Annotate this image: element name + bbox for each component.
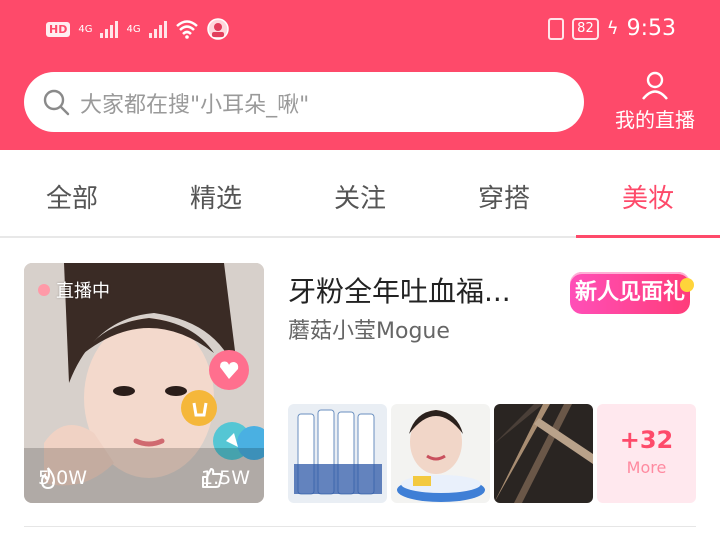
gift-badge-text: 新人见面礼 — [574, 280, 685, 305]
live-title[interactable]: 牙粉全年吐血福... — [288, 270, 558, 310]
flame-icon — [40, 467, 56, 489]
live-dot-icon — [38, 284, 50, 296]
charging-icon: ϟ — [606, 18, 619, 39]
search-icon — [43, 89, 70, 116]
notification-avatar-icon — [206, 18, 229, 40]
clock: 9:53 — [626, 16, 676, 41]
more-label: More — [626, 458, 667, 477]
status-bar: HD 4G 4G 82 ϟ 9:53 — [0, 0, 720, 60]
card-divider — [24, 526, 696, 527]
heat-count: 5.0W — [38, 467, 87, 489]
battery-level: 82 — [572, 17, 599, 40]
live-status-text: 直播中 — [56, 281, 110, 302]
vibrate-icon — [548, 17, 565, 40]
status-left: HD 4G 4G — [46, 18, 229, 40]
live-thumbnail[interactable]: 直播中 5.0W 1.5W — [24, 263, 264, 503]
network-label-1: 4G — [78, 23, 93, 35]
active-tab-indicator — [576, 235, 720, 238]
more-products-button[interactable]: +32 More — [597, 404, 696, 503]
tab-following[interactable]: 关注 — [288, 178, 432, 215]
tab-outfits[interactable]: 穿搭 — [432, 178, 576, 215]
thumbs-up-icon — [201, 468, 223, 488]
brush-pen-image — [494, 404, 593, 503]
my-live-label: 我的直播 — [615, 108, 695, 132]
product-thumb-2[interactable] — [391, 404, 490, 503]
more-count: +32 — [619, 426, 674, 454]
like-count: 1.5W — [201, 467, 250, 489]
product-thumb-1[interactable] — [288, 404, 387, 503]
search-bar[interactable]: 大家都在搜"小耳朵_啾" — [24, 72, 584, 132]
coin-icon — [680, 278, 694, 292]
new-user-gift-badge[interactable]: 新人见面礼 — [570, 272, 694, 314]
my-live-button[interactable]: 我的直播 — [600, 70, 710, 136]
serum-vials-image — [288, 404, 387, 503]
tab-featured[interactable]: 精选 — [144, 178, 288, 215]
live-status-badge: 直播中 — [38, 277, 110, 303]
wifi-icon — [175, 20, 198, 39]
network-label-2: 4G — [126, 23, 141, 35]
hd-indicator: HD — [46, 21, 71, 37]
user-icon — [642, 71, 668, 100]
tab-beauty[interactable]: 美妆 — [576, 178, 720, 215]
host-name[interactable]: 蘑菇小莹Mogue — [288, 313, 450, 345]
signal-icon — [100, 20, 119, 38]
status-right: 82 ϟ 9:53 — [548, 16, 676, 41]
search-placeholder[interactable]: 大家都在搜"小耳朵_啾" — [80, 87, 309, 119]
signal-icon-2 — [148, 20, 167, 38]
top-header: HD 4G 4G 82 ϟ 9:53 大家都在搜"小耳朵_啾" 我的直播 — [0, 0, 720, 150]
tab-all[interactable]: 全部 — [0, 178, 144, 215]
model-cream-image — [391, 404, 490, 503]
product-thumb-3[interactable] — [494, 404, 593, 503]
category-tabs: 全部 精选 关注 穿搭 美妆 — [0, 150, 720, 238]
